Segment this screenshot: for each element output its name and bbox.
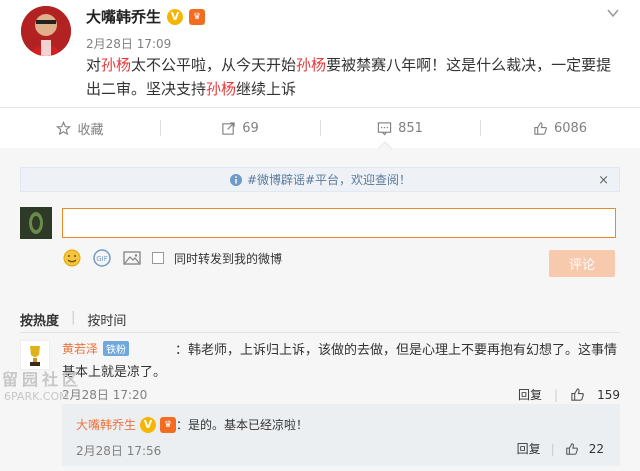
favorite-label: 收藏 xyxy=(77,122,104,138)
close-icon[interactable]: × xyxy=(598,173,609,188)
topic-link[interactable]: 孙杨 xyxy=(296,56,326,74)
action-divider: | xyxy=(550,441,555,456)
repost-button[interactable]: 69 xyxy=(160,108,320,148)
comment-like-count: 159 xyxy=(597,387,620,402)
sort-bar: 按热度 | 按时间 xyxy=(20,310,126,329)
verified-icon: V xyxy=(167,8,184,25)
reply-like-count: 22 xyxy=(588,441,604,456)
post-actions: 收藏 69 851 6086 xyxy=(0,107,640,148)
thumbs-up-icon[interactable] xyxy=(565,442,579,456)
current-user-avatar xyxy=(20,207,52,239)
repost-option-label: 同时转发到我的微博 xyxy=(174,251,283,266)
post-text: 对孙杨太不公平啦，从今天开始孙杨要被禁赛八年啊！这是什么裁决，一定要提出二审。坚… xyxy=(86,56,612,98)
replier-name[interactable]: 大嘴韩乔生 xyxy=(76,416,136,433)
author-name-row: 大嘴韩乔生 V ♛ xyxy=(86,6,206,27)
thumbs-up-icon[interactable] xyxy=(570,387,585,402)
reply-time: 2月28日 17:56 xyxy=(76,444,162,458)
verified-icon: V xyxy=(140,416,157,433)
svg-text:GIF: GIF xyxy=(96,255,108,263)
reply-thread: 大嘴韩乔生 V ♛ ：是的。基本已经凉啦！ 2月28日 17:56 回复 | 2… xyxy=(62,404,620,466)
image-icon[interactable] xyxy=(122,248,142,268)
comment-toolbar: GIF 同时转发到我的微博 xyxy=(62,248,282,268)
commenter-row: 黄若泽 铁粉 xyxy=(62,340,130,357)
replier-row: 大嘴韩乔生 V ♛ xyxy=(76,416,177,433)
watermark-domain: 6PARK.COM xyxy=(4,390,69,403)
like-button[interactable]: 6086 xyxy=(480,108,640,148)
notice-text: #微博辟谣#平台，欢迎查阅！ xyxy=(246,173,412,187)
comment-input[interactable] xyxy=(62,208,616,238)
comment-actions: 回复 | 159 xyxy=(518,386,620,403)
post-time[interactable]: 2月28日 17:09 xyxy=(86,35,171,52)
comment-icon xyxy=(377,121,392,135)
gif-icon[interactable]: GIF xyxy=(92,248,112,268)
thumbs-up-icon xyxy=(534,121,547,135)
divider xyxy=(20,332,620,333)
like-count: 6086 xyxy=(553,120,588,136)
author-avatar[interactable] xyxy=(21,6,71,56)
chevron-down-icon[interactable] xyxy=(606,6,620,20)
star-icon xyxy=(56,120,72,135)
topic-link[interactable]: 孙杨 xyxy=(101,56,131,74)
sort-divider: | xyxy=(71,310,76,325)
author-name[interactable]: 大嘴韩乔生 xyxy=(86,6,161,27)
comment-count: 851 xyxy=(398,120,423,136)
comment-text: ：韩老师，上诉归上诉，该做的去做，但是心理上不要再抱有幻想了。这事情基本上就是凉… xyxy=(62,343,618,380)
commenter-name[interactable]: 黄若泽 xyxy=(62,340,98,357)
member-icon: ♛ xyxy=(160,416,177,433)
watermark-logo: 留园社区 xyxy=(2,370,83,389)
reply-text: ：是的。基本已经凉啦！ xyxy=(176,418,309,432)
reply-actions: 回复 | 22 xyxy=(517,440,604,457)
member-icon: ♛ xyxy=(189,8,206,25)
repost-icon xyxy=(222,121,235,135)
sort-by-time[interactable]: 按时间 xyxy=(87,310,126,329)
topic-link[interactable]: 孙杨 xyxy=(206,80,236,98)
weibo-post: 大嘴韩乔生 V ♛ 2月28日 17:09 对孙杨太不公平啦，从今天开始孙杨要被… xyxy=(0,0,640,107)
comment-button[interactable]: 851 xyxy=(320,108,480,148)
reply-reply-button[interactable]: 回复 xyxy=(517,440,541,457)
info-icon xyxy=(229,173,242,186)
notice-banner[interactable]: #微博辟谣#平台，欢迎查阅！ × xyxy=(20,167,620,192)
comment-reply-button[interactable]: 回复 xyxy=(518,386,542,403)
caret-arrow xyxy=(378,141,392,149)
emoji-icon[interactable] xyxy=(62,248,82,268)
submit-comment-button[interactable]: 评论 xyxy=(549,250,615,277)
repost-count: 69 xyxy=(242,120,259,136)
sort-by-hot[interactable]: 按热度 xyxy=(20,310,59,329)
favorite-button[interactable]: 收藏 xyxy=(0,108,160,148)
repost-checkbox[interactable] xyxy=(152,252,164,264)
fan-badge: 铁粉 xyxy=(103,341,130,356)
action-divider: | xyxy=(554,387,559,402)
